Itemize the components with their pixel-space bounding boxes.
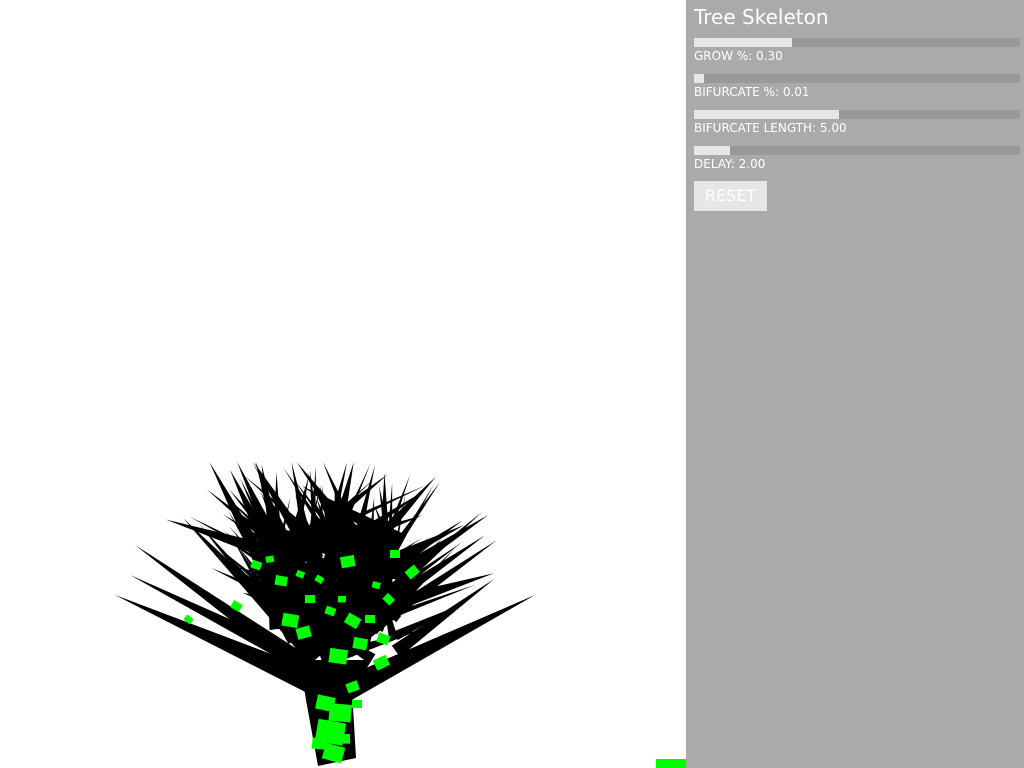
tree-canvas[interactable] [0, 0, 686, 768]
tree-node [305, 595, 315, 603]
bifurcate-length-control: BIFURCATE LENGTH: 5.00 [694, 110, 1020, 140]
delay-label: DELAY: 2.00 [694, 157, 766, 171]
tree-node [390, 550, 400, 558]
grow-control: GROW %: 0.30 [694, 38, 1020, 68]
tree-node [352, 700, 362, 708]
bifurcate-slider-fill [694, 74, 704, 83]
tree-node [274, 575, 288, 587]
bifurcate-slider[interactable] [694, 74, 1020, 83]
reset-button[interactable]: RESET [694, 181, 767, 211]
tree-node [338, 734, 350, 744]
tree-node [265, 555, 275, 564]
bifurcate-label: BIFURCATE %: 0.01 [694, 85, 810, 99]
panel-title: Tree Skeleton [694, 5, 829, 29]
bifurcate-length-label: BIFURCATE LENGTH: 5.00 [694, 121, 847, 135]
control-panel: Tree Skeleton GROW %: 0.30 BIFURCATE %: … [686, 0, 1024, 768]
grow-label: GROW %: 0.30 [694, 49, 783, 63]
tree-node [338, 596, 346, 603]
tree-node [311, 737, 327, 750]
tree-node [352, 636, 369, 651]
tree-skeleton-drawing [115, 462, 535, 766]
bifurcate-length-slider-fill [694, 110, 840, 119]
tree-node [365, 615, 375, 623]
delay-control: DELAY: 2.00 [694, 146, 1020, 176]
bifurcate-length-slider[interactable] [694, 110, 1020, 119]
grow-slider-fill [694, 38, 792, 47]
delay-slider-fill [694, 146, 730, 155]
grow-slider[interactable] [694, 38, 1020, 47]
tree-node [328, 647, 349, 665]
delay-slider[interactable] [694, 146, 1020, 155]
tree-node [339, 554, 356, 569]
corner-marker [656, 759, 686, 768]
bifurcate-control: BIFURCATE %: 0.01 [694, 74, 1020, 104]
tree-node [281, 612, 300, 629]
